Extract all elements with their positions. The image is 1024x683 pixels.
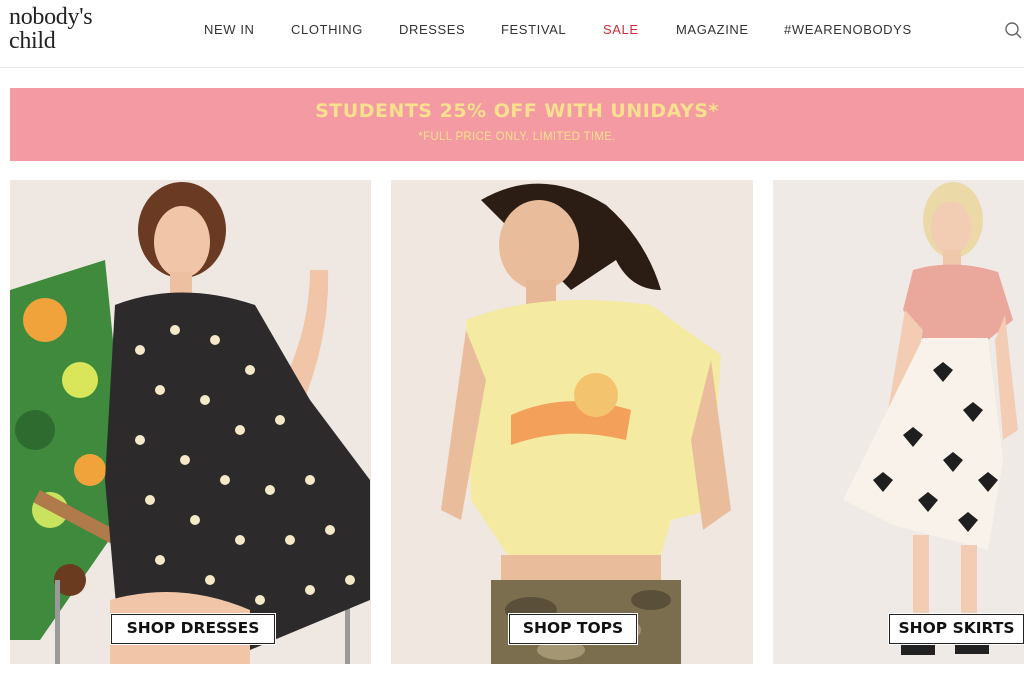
category-tile-dresses[interactable]: SHOP DRESSES xyxy=(10,180,371,664)
promo-banner-title: STUDENTS 25% OFF WITH UNIDAYS* xyxy=(315,100,719,122)
nav-item-clothing[interactable]: CLOTHING xyxy=(291,22,363,37)
shop-tops-button[interactable]: SHOP TOPS xyxy=(508,613,638,645)
logo-line-1: nobody's xyxy=(9,4,93,30)
promo-banner[interactable]: STUDENTS 25% OFF WITH UNIDAYS* *FULL PRI… xyxy=(10,88,1024,161)
nav-item-magazine[interactable]: MAGAZINE xyxy=(676,22,749,37)
dresses-photo xyxy=(10,180,371,664)
skirts-photo xyxy=(773,180,1024,664)
nav-item-new-in[interactable]: NEW IN xyxy=(204,22,255,37)
nav-item-sale[interactable]: SALE xyxy=(603,22,639,37)
category-tile-tops[interactable]: SHOP TOPS xyxy=(391,180,753,664)
shop-dresses-button[interactable]: SHOP DRESSES xyxy=(110,613,276,645)
promo-banner-subtitle: *FULL PRICE ONLY. LIMITED TIME. xyxy=(418,131,616,143)
search-button[interactable] xyxy=(1003,20,1024,41)
tops-photo xyxy=(391,180,753,664)
brand-logo[interactable]: nobody's child xyxy=(9,4,93,54)
nav-item-dresses[interactable]: DRESSES xyxy=(399,22,465,37)
category-tile-skirts[interactable]: SHOP SKIRTS xyxy=(773,180,1024,664)
site-header: nobody's child NEW IN CLOTHING DRESSES F… xyxy=(0,0,1024,68)
nav-item-wearenobodys[interactable]: #WEARENOBODYS xyxy=(784,22,912,37)
search-icon xyxy=(1005,22,1022,39)
shop-skirts-button[interactable]: SHOP SKIRTS xyxy=(888,613,1024,645)
nav-item-festival[interactable]: FESTIVAL xyxy=(501,22,566,37)
logo-line-2: child xyxy=(9,28,56,54)
